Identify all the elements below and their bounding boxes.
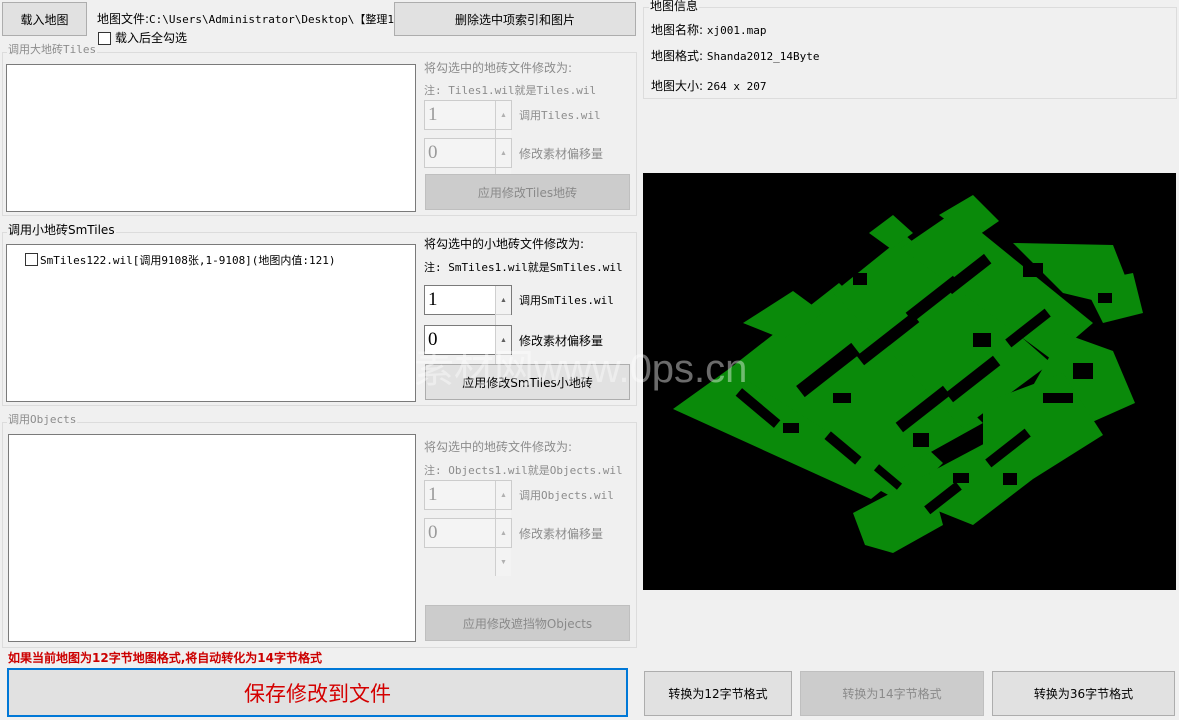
map-name-label: 地图名称: (651, 23, 704, 37)
objects-offset-value: 0 (428, 522, 438, 543)
map-name-row: 地图名称: xj001.map (651, 23, 766, 38)
smtiles-group-title: 调用小地砖SmTiles (7, 223, 116, 237)
tiles-apply-button[interactable]: 应用修改Tiles地砖 (425, 174, 630, 210)
objects-offset-stepper[interactable]: 0 ▲ ▼ (424, 518, 512, 576)
list-item-checkbox[interactable] (25, 253, 38, 266)
save-to-file-button[interactable]: 保存修改到文件 (7, 668, 628, 717)
map-format-value: Shanda2012_14Byte (706, 50, 820, 63)
tiles-index-label: 调用Tiles.wil (519, 109, 601, 122)
map-info-title: 地图信息 (649, 0, 700, 13)
objects-modify-prompt: 将勾选中的地砖文件修改为: (424, 440, 573, 454)
tiles-offset-spin-buttons[interactable]: ▲ ▼ (495, 139, 511, 196)
objects-offset-spin-buttons[interactable]: ▲ ▼ (495, 519, 511, 576)
smtiles-listbox[interactable]: SmTiles122.wil[调用9108张,1-9108](地图内值:121) (6, 244, 416, 402)
smtiles-index-stepper[interactable]: 1 ▲ ▼ (424, 285, 512, 343)
tiles-listbox[interactable] (6, 64, 416, 212)
convert-14byte-button[interactable]: 转换为14字节格式 (800, 671, 984, 716)
tiles-modify-prompt: 将勾选中的地砖文件修改为: (424, 61, 573, 75)
select-all-after-load-label: 载入后全勾选 (115, 31, 188, 45)
objects-apply-button[interactable]: 应用修改遮挡物Objects (425, 605, 630, 641)
delete-selected-button[interactable]: 删除选中项索引和图片 (394, 2, 636, 36)
chevron-down-icon[interactable]: ▼ (495, 547, 511, 576)
convert-12byte-button[interactable]: 转换为12字节格式 (644, 671, 792, 716)
smtiles-group-title-text: 调用小地砖SmTiles (8, 223, 115, 237)
objects-group-title: 调用Objects (7, 413, 78, 427)
tiles-index-stepper[interactable]: 1 ▲ ▼ (424, 100, 512, 158)
map-format-label: 地图格式: (651, 49, 704, 63)
map-file-caption: 地图文件: (97, 12, 150, 26)
map-size-row: 地图大小: 264 x 207 (651, 79, 766, 94)
map-name-value: xj001.map (706, 24, 767, 37)
tiles-index-value: 1 (428, 104, 438, 125)
chevron-up-icon[interactable]: ▲ (495, 519, 511, 547)
smtiles-index-label: 调用SmTiles.wil (519, 294, 614, 307)
objects-index-stepper[interactable]: 1 ▲ ▼ (424, 480, 512, 538)
load-map-button[interactable]: 载入地图 (2, 2, 87, 36)
tiles-offset-value: 0 (428, 142, 438, 163)
smtiles-note: 注: SmTiles1.wil就是SmTiles.wil (424, 261, 623, 274)
select-all-after-load-checkbox[interactable] (98, 32, 111, 45)
map-size-value: 264 x 207 (706, 80, 767, 93)
tiles-group-title: 调用大地砖Tiles (7, 43, 98, 57)
tiles-offset-stepper[interactable]: 0 ▲ ▼ (424, 138, 512, 196)
smtiles-modify-prompt: 将勾选中的小地砖文件修改为: (424, 237, 585, 251)
convert-36byte-button[interactable]: 转换为36字节格式 (992, 671, 1175, 716)
smtiles-index-value: 1 (428, 289, 438, 310)
objects-note: 注: Objects1.wil就是Objects.wil (424, 464, 623, 477)
tiles-offset-label: 修改素材偏移量 (519, 147, 604, 161)
smtiles-index-spin-buttons[interactable]: ▲ ▼ (495, 286, 511, 343)
map-file-path: C:\Users\Administrator\Desktop\【整理12】 (149, 13, 412, 26)
tiles-note: 注: Tiles1.wil就是Tiles.wil (424, 84, 597, 97)
map-size-label: 地图大小: (651, 79, 704, 93)
map-format-row: 地图格式: Shanda2012_14Byte (651, 49, 819, 64)
list-item-label: SmTiles122.wil[调用9108张,1-9108](地图内值:121) (40, 254, 336, 267)
objects-index-spin-buttons[interactable]: ▲ ▼ (495, 481, 511, 538)
chevron-up-icon[interactable]: ▲ (495, 101, 511, 129)
objects-index-label: 调用Objects.wil (519, 489, 614, 502)
chevron-up-icon[interactable]: ▲ (495, 481, 511, 509)
format-warning-text: 如果当前地图为12字节地图格式,将自动转化为14字节格式 (8, 651, 322, 665)
map-file-label: 地图文件:C:\Users\Administrator\Desktop\【整理1… (97, 12, 412, 27)
chevron-up-icon[interactable]: ▲ (495, 139, 511, 167)
chevron-up-icon[interactable]: ▲ (495, 286, 511, 314)
watermark-text: 素材网www.0ps.cn (414, 347, 748, 391)
objects-listbox[interactable] (8, 434, 416, 642)
tiles-index-spin-buttons[interactable]: ▲ ▼ (495, 101, 511, 158)
objects-offset-label: 修改素材偏移量 (519, 527, 604, 541)
objects-index-value: 1 (428, 484, 438, 505)
